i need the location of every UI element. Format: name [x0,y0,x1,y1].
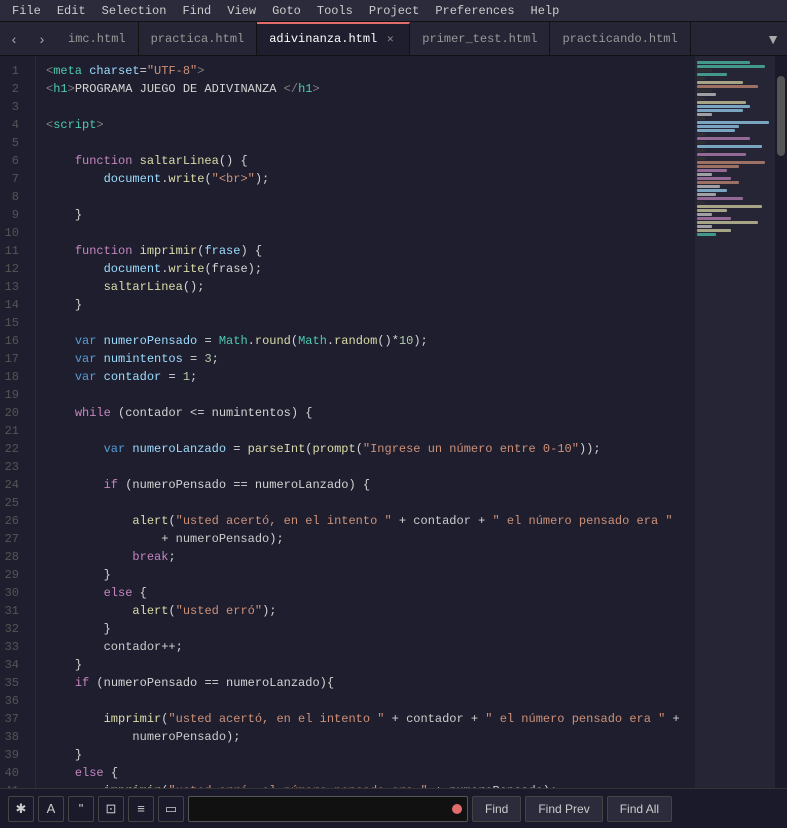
code-line-8 [46,188,695,206]
code-line-14: } [46,296,695,314]
search-input-container [188,796,468,822]
code-line-7: document.write("<br>"); [46,170,695,188]
menu-goto[interactable]: Goto [264,2,309,20]
code-line-22: var numeroLanzado = parseInt(prompt("Ing… [46,440,695,458]
toolbar-bracket-icon[interactable]: ⊡ [98,796,124,822]
code-line-9: } [46,206,695,224]
toolbar-indent-icon[interactable]: ▭ [158,796,184,822]
menu-file[interactable]: File [4,2,49,20]
tab-adivinanza[interactable]: adivinanza.html ✕ [257,22,410,55]
toolbar-pointer-icon[interactable]: ✱ [8,796,34,822]
menu-preferences[interactable]: Preferences [427,2,522,20]
menu-tools[interactable]: Tools [309,2,361,20]
code-line-19 [46,386,695,404]
code-line-26: alert("usted acertó, en el intento " + c… [46,512,695,530]
code-line-27: + numeroPensado); [46,530,695,548]
code-line-17: var numintentos = 3; [46,350,695,368]
code-line-32: } [46,620,695,638]
code-line-41: imprimir("usted erró, el número pensado … [46,782,695,788]
tab-prev-button[interactable]: ‹ [0,22,28,55]
code-line-38: numeroPensado); [46,728,695,746]
tab-adivinanza-label: adivinanza.html [269,32,377,46]
code-line-28: break; [46,548,695,566]
search-input[interactable] [188,796,468,822]
code-line-23 [46,458,695,476]
code-line-35: if (numeroPensado == numeroLanzado){ [46,674,695,692]
tab-practicando[interactable]: practicando.html [550,22,690,55]
menu-edit[interactable]: Edit [49,2,94,20]
code-line-21 [46,422,695,440]
bottom-toolbar: ✱ A " ⊡ ≡ ▭ Find Find Prev Find All [0,788,787,828]
menu-view[interactable]: View [219,2,264,20]
code-line-40: else { [46,764,695,782]
code-line-4: <script> [46,116,695,134]
scrollbar-thumb[interactable] [777,76,785,156]
code-line-13: saltarLinea(); [46,278,695,296]
toolbar-list-icon[interactable]: ≡ [128,796,154,822]
code-editor[interactable]: <meta charset="UTF-8"> <h1>PROGRAMA JUEG… [36,56,695,788]
code-line-18: var contador = 1; [46,368,695,386]
minimap-content [695,56,775,241]
code-line-30: else { [46,584,695,602]
code-line-29: } [46,566,695,584]
find-prev-button[interactable]: Find Prev [525,796,602,822]
tab-overflow-button[interactable]: ▼ [759,22,787,55]
code-line-24: if (numeroPensado == numeroLanzado) { [46,476,695,494]
scrollbar[interactable] [775,56,787,788]
code-line-36 [46,692,695,710]
code-line-10 [46,224,695,242]
code-line-3 [46,98,695,116]
search-dot-icon [452,804,462,814]
code-line-33: contador++; [46,638,695,656]
tab-primer-test-label: primer_test.html [422,32,537,46]
toolbar-text-icon[interactable]: A [38,796,64,822]
menubar: File Edit Selection Find View Goto Tools… [0,0,787,22]
code-line-5 [46,134,695,152]
code-line-1: <meta charset="UTF-8"> [46,62,695,80]
tab-practica[interactable]: practica.html [139,22,258,55]
code-line-31: alert("usted erró"); [46,602,695,620]
code-line-11: function imprimir(frase) { [46,242,695,260]
find-button[interactable]: Find [472,796,521,822]
tabbar: ‹ › imc.html practica.html adivinanza.ht… [0,22,787,56]
tab-practica-label: practica.html [151,32,245,46]
menu-project[interactable]: Project [361,2,427,20]
code-line-34: } [46,656,695,674]
code-line-37: imprimir("usted acertó, en el intento " … [46,710,695,728]
editor-area: 12345 678910 1112131415 1617181920 21222… [0,56,787,788]
code-line-16: var numeroPensado = Math.round(Math.rand… [46,332,695,350]
menu-help[interactable]: Help [523,2,568,20]
menu-find[interactable]: Find [174,2,219,20]
line-numbers: 12345 678910 1112131415 1617181920 21222… [0,56,36,788]
tab-imc-label: imc.html [68,32,126,46]
code-line-12: document.write(frase); [46,260,695,278]
find-all-button[interactable]: Find All [607,796,672,822]
code-line-25 [46,494,695,512]
menu-selection[interactable]: Selection [94,2,175,20]
code-line-6: function saltarLinea() { [46,152,695,170]
code-line-2: <h1>PROGRAMA JUEGO DE ADIVINANZA </h1> [46,80,695,98]
tab-practicando-label: practicando.html [562,32,677,46]
tab-imc[interactable]: imc.html [56,22,139,55]
minimap [695,56,775,788]
tab-adivinanza-close[interactable]: ✕ [383,32,397,46]
code-line-15 [46,314,695,332]
tab-primer-test[interactable]: primer_test.html [410,22,550,55]
tab-next-button[interactable]: › [28,22,56,55]
code-line-39: } [46,746,695,764]
toolbar-quote-icon[interactable]: " [68,796,94,822]
code-line-20: while (contador <= numintentos) { [46,404,695,422]
